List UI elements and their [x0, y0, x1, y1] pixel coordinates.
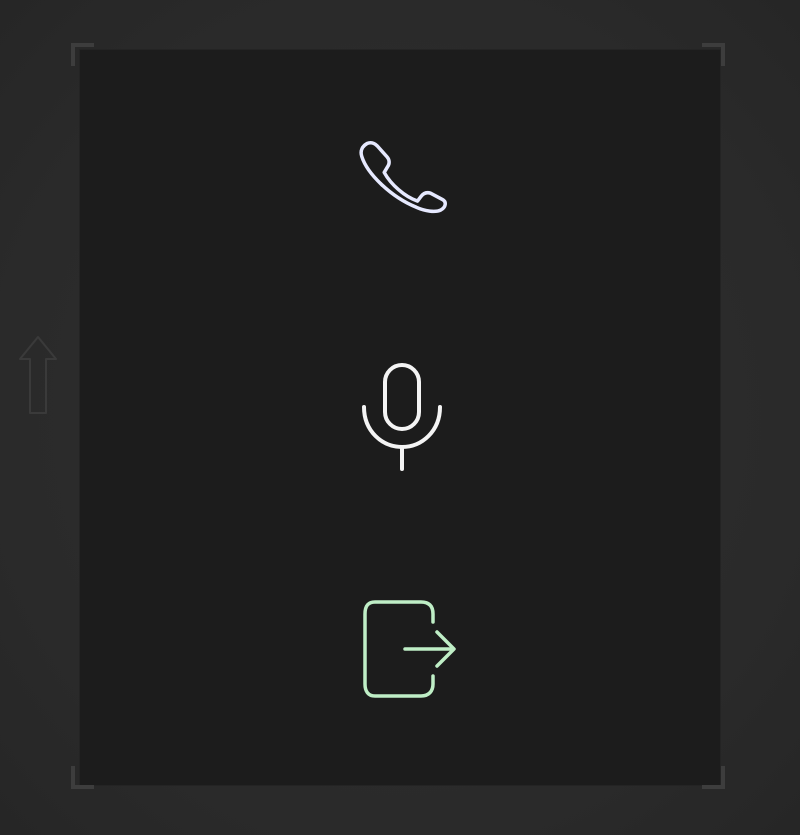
corner-mark-bottom-left	[70, 764, 96, 790]
corner-mark-top-right	[700, 42, 726, 68]
corner-mark-bottom-right	[700, 764, 726, 790]
exit-icon	[345, 588, 465, 708]
arrow-up-icon[interactable]	[14, 333, 62, 419]
microphone-button[interactable]	[350, 355, 454, 475]
exit-button[interactable]	[345, 588, 465, 708]
microphone-icon	[350, 355, 454, 475]
corner-mark-top-left	[70, 42, 96, 68]
screen	[0, 0, 800, 835]
call-button[interactable]	[350, 125, 454, 229]
phone-icon	[350, 125, 454, 229]
